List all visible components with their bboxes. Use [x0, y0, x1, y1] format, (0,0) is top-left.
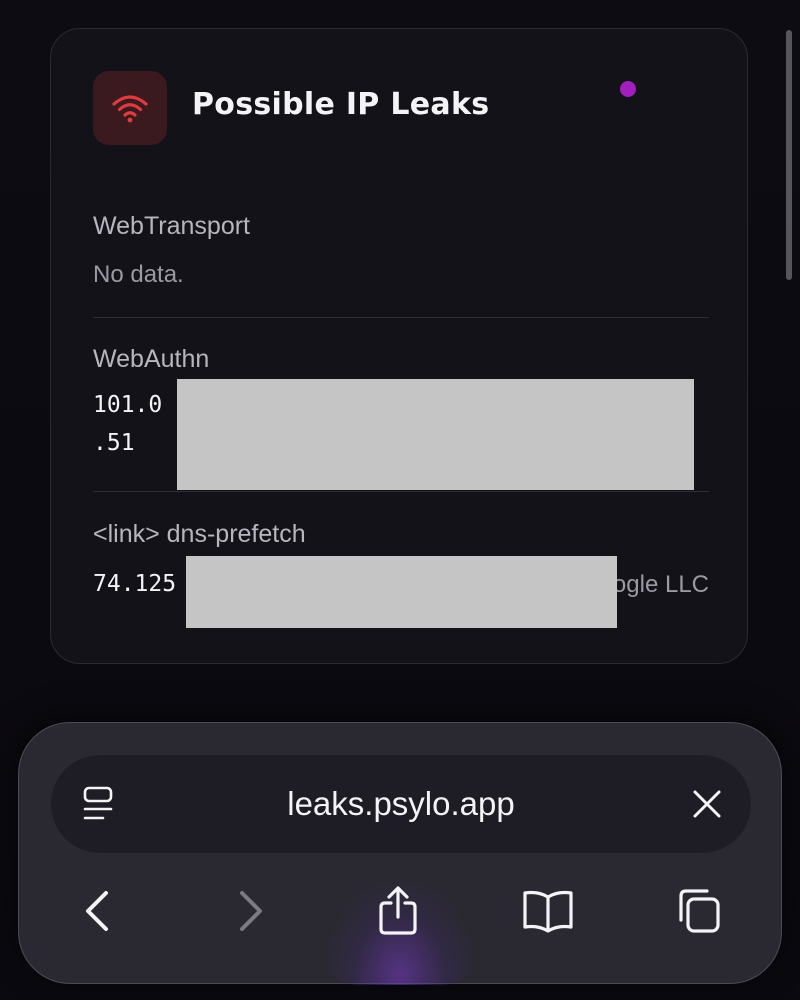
scroll-indicator[interactable] — [786, 30, 792, 280]
status-dot — [620, 81, 636, 97]
redaction-box — [177, 379, 694, 490]
section-divider — [93, 317, 709, 318]
section-divider — [93, 491, 709, 492]
dns-prefetch-ip: 74.125 — [93, 571, 177, 597]
webtransport-label: WebTransport — [93, 212, 251, 240]
webtransport-value: No data. — [93, 261, 184, 288]
dns-prefetch-org: ogle LLC — [612, 571, 709, 598]
wifi-icon — [93, 71, 167, 145]
address-bar[interactable]: leaks.psylo.app — [51, 755, 751, 853]
close-icon[interactable] — [685, 782, 729, 826]
dns-prefetch-section: <link> dns-prefetch 74.125 ogle LLC — [93, 520, 709, 598]
url-text[interactable]: leaks.psylo.app — [51, 785, 751, 823]
share-icon[interactable] — [368, 883, 428, 939]
card-title: Possible IP Leaks — [192, 87, 490, 122]
ip-leaks-card: Possible IP Leaks WebTransport No data. … — [50, 28, 748, 664]
chevron-right-icon[interactable] — [221, 883, 281, 939]
webtransport-section: WebTransport No data. — [93, 212, 709, 289]
browser-toolbar: leaks.psylo.app — [18, 722, 782, 985]
chevron-left-icon[interactable] — [67, 883, 127, 939]
tabs-overview-icon[interactable] — [668, 883, 728, 939]
webauthn-label: WebAuthn — [93, 345, 210, 373]
redaction-box — [186, 556, 617, 628]
dns-prefetch-label: <link> dns-prefetch — [93, 520, 306, 548]
book-icon[interactable] — [518, 883, 578, 939]
